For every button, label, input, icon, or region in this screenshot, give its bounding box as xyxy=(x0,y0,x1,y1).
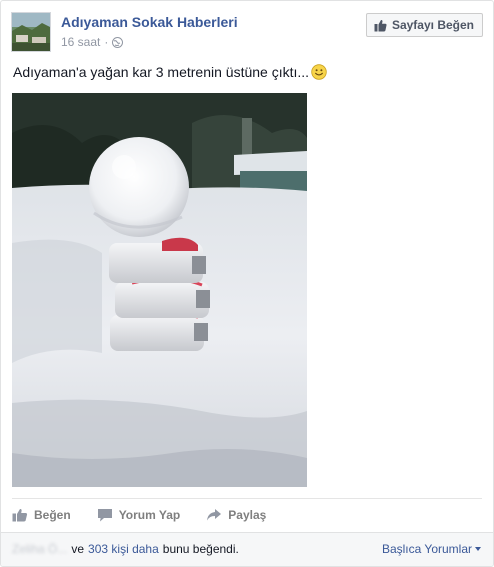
share-arrow-icon xyxy=(207,509,222,521)
like-page-button[interactable]: Sayfayı Beğen xyxy=(365,13,483,37)
meta-separator: · xyxy=(104,35,109,49)
actions-divider xyxy=(12,498,482,499)
smiley-emoji-icon xyxy=(311,64,327,80)
post-card: Adıyaman Sokak Haberleri 16 saat · Sayfa… xyxy=(0,0,494,567)
comment-sort-dropdown[interactable]: Başlıca Yorumlar xyxy=(382,542,481,556)
like-page-label: Sayfayı Beğen xyxy=(391,18,474,32)
likes-summary: Zeliha Ö... ve 303 kişi daha bunu beğend… xyxy=(12,542,239,556)
comment-button[interactable]: Yorum Yap xyxy=(97,508,181,522)
post-header: Adıyaman Sokak Haberleri 16 saat · Sayfa… xyxy=(11,12,483,56)
liker-names[interactable]: Zeliha Ö... xyxy=(12,542,67,556)
globe-icon[interactable] xyxy=(112,36,124,48)
likes-footer: Zeliha Ö... ve 303 kişi daha bunu beğend… xyxy=(1,532,493,566)
post-text: Adıyaman'a yağan kar 3 metrenin üstüne ç… xyxy=(13,64,327,80)
like-button[interactable]: Beğen xyxy=(12,508,71,522)
comment-label: Yorum Yap xyxy=(118,508,181,522)
share-label: Paylaş xyxy=(228,508,267,522)
page-avatar[interactable] xyxy=(11,12,51,52)
like-label: Beğen xyxy=(34,508,71,522)
sort-label: Başlıca Yorumlar xyxy=(381,542,472,556)
post-photo[interactable] xyxy=(12,93,307,487)
share-button[interactable]: Paylaş xyxy=(206,508,266,522)
comment-bubble-icon xyxy=(97,509,112,522)
likes-and: ve xyxy=(71,542,85,556)
likes-count-link[interactable]: 303 kişi daha xyxy=(88,542,159,556)
chevron-down-icon xyxy=(475,547,481,551)
page-name-link[interactable]: Adıyaman Sokak Haberleri xyxy=(61,14,238,30)
thumbs-up-icon xyxy=(374,19,387,31)
post-message: Adıyaman'a yağan kar 3 metrenin üstüne ç… xyxy=(13,64,310,80)
post-actions: Beğen Yorum Yap Paylaş xyxy=(12,504,292,526)
thumbs-up-icon xyxy=(12,508,28,522)
post-timestamp[interactable]: 16 saat xyxy=(61,35,100,49)
post-meta: 16 saat · xyxy=(61,35,124,49)
likes-suffix: bunu beğendi. xyxy=(162,542,239,556)
